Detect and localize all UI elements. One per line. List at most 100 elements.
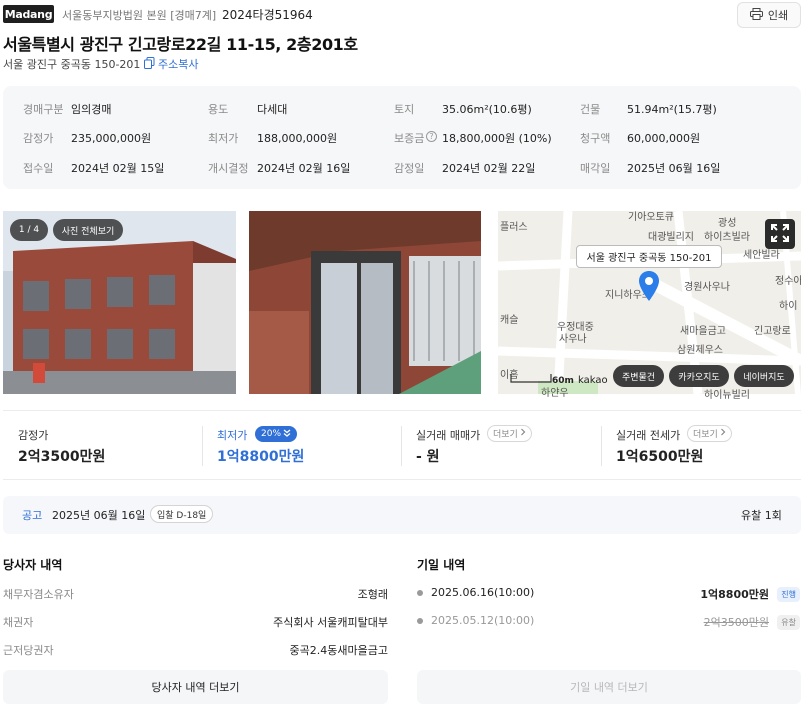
history-price: 1억8800만원 [700,588,769,601]
history-status-badge: 진행 [777,587,800,602]
court-name: 서울동부지방법원 본원 [경매7계] [62,9,217,22]
actual-sale-price-label: 실거래 매매가 [416,429,481,442]
copy-address-button[interactable]: 주소복사 [144,56,198,72]
info-label: 감정가 [23,132,54,145]
info-value: 2024년 02월 15일 [71,162,165,175]
history-price: 2억3500만원 [703,616,769,629]
map-label: 대광빌리지 [648,232,694,243]
lot-address: 서울 광진구 중곡동 150-201 [3,58,141,71]
info-value: 188,000,000원 [257,132,338,145]
actual-sale-more-label: 더보기 [493,430,518,440]
notice-date: 2025년 06월 16일 [52,509,146,522]
info-label: 건물 [580,103,601,116]
price-divider [601,426,602,466]
map-label: 긴고랑로 [754,326,791,337]
info-label: 청구액 [580,132,611,145]
appraisal-price-label: 감정가 [18,429,49,442]
map-fullscreen-button[interactable] [765,219,795,249]
info-value: 다세대 [257,103,288,116]
map-label: 플러스 [500,222,528,233]
map-nearby-button[interactable]: 주변물건 [613,365,664,387]
party-role: 채무자겸소유자 [3,588,74,601]
map-pin-icon [638,270,660,305]
print-button[interactable]: 인쇄 [737,2,801,28]
party-name: 주식회사 서울캐피탈대부 [273,616,388,629]
map-label: 기아오토큐 [628,212,674,223]
double-chevron-down-icon [283,429,291,440]
actual-jeonse-price-value: 1억6500만원 [616,449,704,465]
info-label: 보증금 [394,132,425,145]
info-label: 매각일 [580,162,611,175]
map-label: 경원사우나 [684,282,730,293]
info-label: 개시결정 [208,162,249,175]
map-label: 삼원제우스 [677,345,723,356]
map-kakao-button[interactable]: 카카오지도 [669,365,729,387]
price-divider [202,426,203,466]
map-scale-bar [510,372,552,384]
history-status-badge: 유찰 [777,615,800,630]
minimum-price-label: 최저가 [217,429,248,442]
map-brand: kakao [578,375,608,386]
info-value: 18,800,000원 (10%) [442,132,552,145]
info-label: 접수일 [23,162,54,175]
actual-sale-more-button[interactable]: 더보기 [487,425,532,442]
map-label: 사우나 [559,334,587,345]
printer-icon [749,7,763,23]
map-address-bubble: 서울 광진구 중곡동 150-201 [576,245,722,268]
discount-badge: 20% [255,426,298,442]
actual-sale-price-value: - 원 [416,449,440,465]
bid-dday-badge: 입찰 D-18일 [150,505,214,523]
notice-label: 공고 [22,509,43,522]
party-name: 조형래 [357,588,388,601]
view-all-photos-button[interactable]: 사진 전체보기 [53,219,123,241]
map-naver-button[interactable]: 네이버지도 [734,365,794,387]
actual-jeonse-price-label: 실거래 전세가 [616,429,681,442]
info-value: 2025년 06월 16일 [627,162,721,175]
party-name: 중곡2.4동새마을금고 [289,644,388,657]
brand-logo: Madang [3,5,54,23]
print-label: 인쇄 [767,9,789,22]
chevron-right-icon [520,428,526,439]
timeline-dot [417,590,423,596]
info-value: 임의경매 [71,103,112,116]
map-label: 하이츠빌라 [704,232,750,243]
map-label: 캐슬 [500,315,519,326]
info-value: 35.06m²(10.6평) [442,103,532,116]
party-role: 채권자 [3,616,34,629]
map-label: 정수아 [775,276,801,287]
chevron-right-icon [720,428,726,439]
actual-jeonse-more-label: 더보기 [693,430,718,440]
property-photo-entrance[interactable] [249,211,481,394]
info-label: 용도 [208,103,229,116]
history-title: 기일 내역 [417,558,466,572]
actual-jeonse-more-button[interactable]: 더보기 [687,425,732,442]
info-label: 최저가 [208,132,239,145]
history-date: 2025.06.16(10:00) [431,586,535,599]
info-label: 토지 [394,103,415,116]
failed-bid-count: 유찰 1회 [741,509,782,522]
map-label: 하이뉴빌리 [704,390,750,401]
appraisal-price-value: 2억3500만원 [18,449,106,465]
expand-icon [771,223,789,245]
info-label: 경매구분 [23,103,64,116]
help-icon[interactable]: ? [426,131,437,142]
copy-icon [144,56,155,72]
info-value: 2024년 02월 22일 [442,162,536,175]
map-scale-label: 60m [552,376,574,386]
info-value: 235,000,000원 [71,132,152,145]
map-label: 하이 [779,301,798,312]
photo-counter: 1 / 4 [10,219,48,241]
price-divider [401,426,402,466]
history-more-button[interactable]: 기일 내역 더보기 [417,670,801,704]
price-summary [3,410,801,480]
map-label: 하얀우 [541,388,569,399]
history-date: 2025.05.12(10:00) [431,614,535,627]
info-value: 51.94m²(15.7평) [627,103,717,116]
case-number: 2024타경51964 [222,8,313,22]
info-value: 2024년 02월 16일 [257,162,351,175]
timeline-dot [417,618,423,624]
map-label: 광성 [718,218,737,229]
parties-title: 당사자 내역 [3,558,63,572]
parties-more-button[interactable]: 당사자 내역 더보기 [3,670,388,704]
party-role: 근저당권자 [3,644,54,657]
